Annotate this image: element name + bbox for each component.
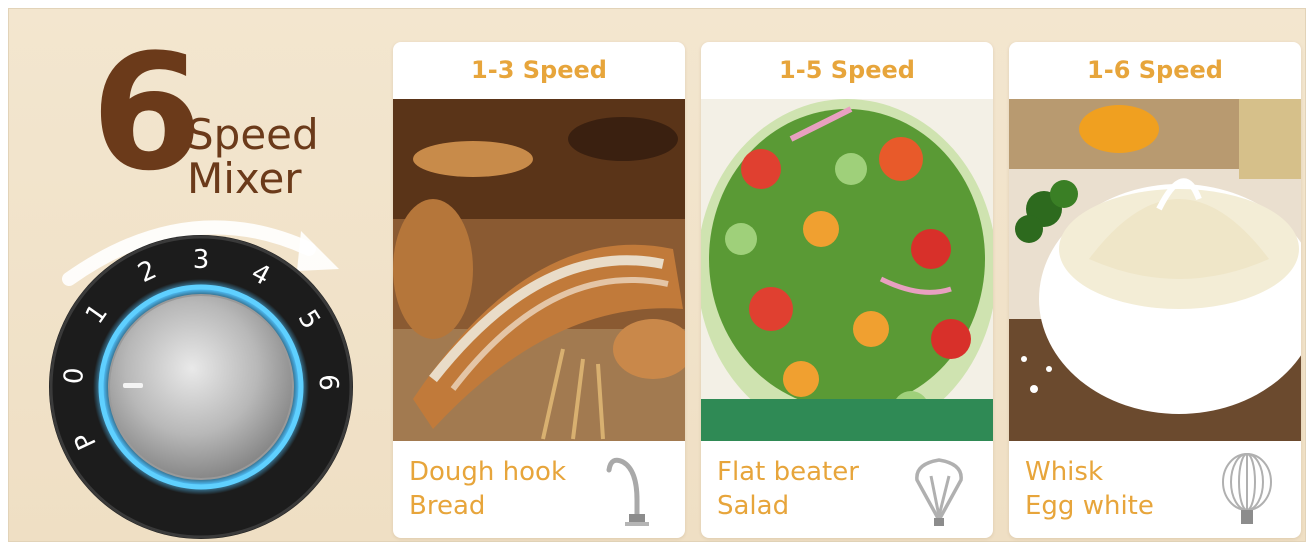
speed-card-1-5: 1-5 Speed Flat beater Salad: [701, 42, 993, 538]
dial-label-3: 3: [193, 245, 210, 275]
headline-number: 6: [91, 19, 203, 206]
card-title: 1-5 Speed: [779, 56, 915, 84]
headline: 6 Speed Mixer: [91, 33, 351, 203]
speed-mixer-banner: 6 Speed Mixer P 0 1 2 3 4 5 6 1-3 Speed …: [8, 8, 1306, 542]
speed-dial: P0123456: [39, 209, 369, 539]
cream-photo: [1009, 99, 1301, 441]
speed-card-1-6: 1-6 Speed Whisk Egg white: [1009, 42, 1301, 538]
food-name: Salad: [717, 491, 790, 521]
bread-photo: [393, 99, 685, 441]
headline-mixer-word: Mixer: [187, 154, 302, 203]
attachment-name: Whisk: [1025, 457, 1104, 487]
card-title: 1-6 Speed: [1087, 56, 1223, 84]
speed-card-1-3: 1-3 Speed Dough hook Bread: [393, 42, 685, 538]
flat-beater-icon: [907, 450, 971, 530]
dial-label-6: 6: [313, 374, 344, 392]
food-name: Bread: [409, 491, 486, 521]
whisk-icon: [1215, 450, 1279, 530]
food-name: Egg white: [1025, 491, 1154, 521]
dial-label-0: 0: [59, 366, 90, 385]
dial-pointer: [123, 383, 143, 388]
attachment-name: Dough hook: [409, 457, 567, 487]
headline-speed-word: Speed: [187, 110, 319, 159]
dough-hook-icon: [599, 450, 663, 530]
salad-photo: [701, 99, 993, 441]
card-title: 1-3 Speed: [471, 56, 607, 84]
attachment-name: Flat beater: [717, 457, 859, 487]
rotation-arrowhead: [297, 231, 339, 271]
